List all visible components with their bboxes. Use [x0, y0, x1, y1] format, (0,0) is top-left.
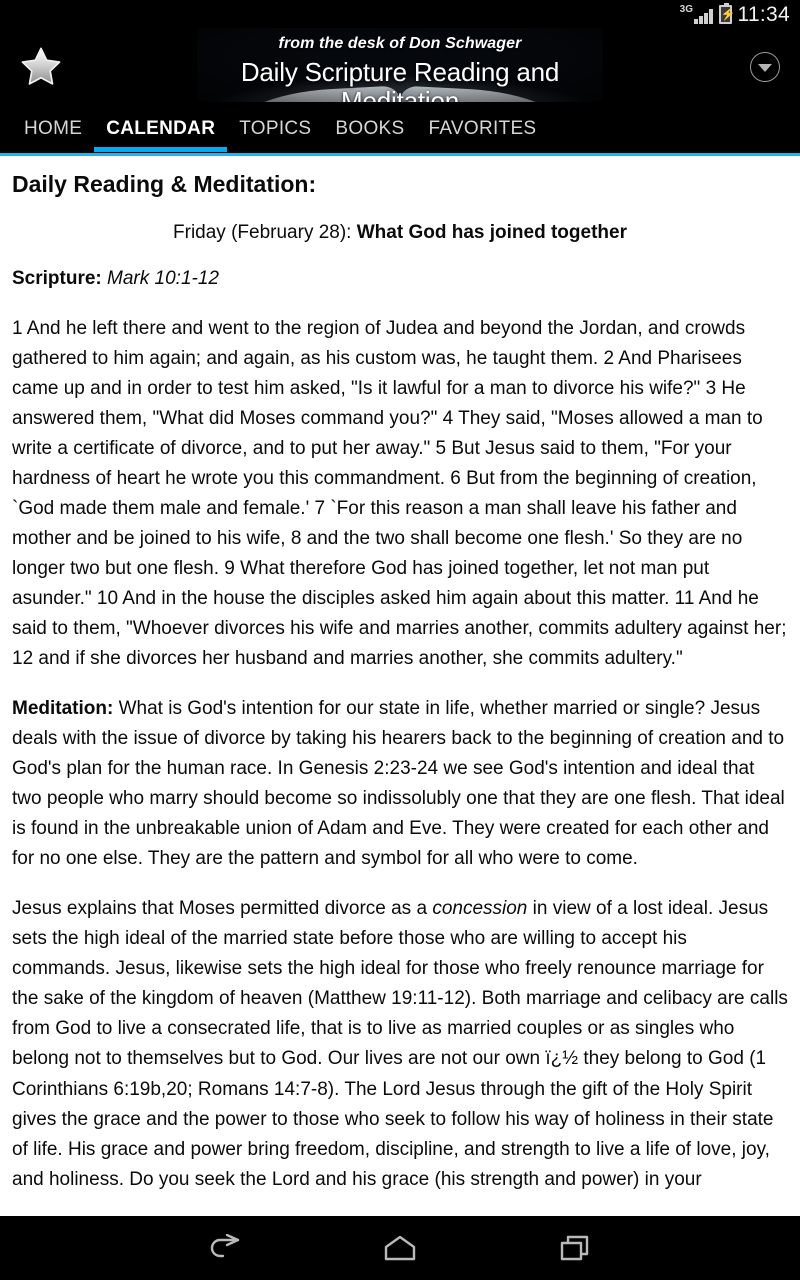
reading-dateline: Friday (February 28): What God has joine…: [12, 221, 788, 246]
app-banner[interactable]: from the desk of Don Schwager Daily Scri…: [197, 28, 603, 102]
star-icon[interactable]: [12, 38, 70, 96]
signal-strength-bars: [694, 8, 713, 24]
tab-home[interactable]: HOME: [12, 106, 94, 152]
chevron-down-circle-icon[interactable]: [742, 44, 788, 90]
commentary-text-part-2: in view of a lost ideal. Jesus sets the …: [12, 898, 788, 1190]
app-header: from the desk of Don Schwager Daily Scri…: [0, 28, 800, 106]
meditation-text: What is God's intention for our state in…: [12, 698, 785, 870]
article-content[interactable]: Daily Reading & Meditation: Friday (Febr…: [0, 156, 800, 1216]
home-icon[interactable]: [372, 1226, 428, 1270]
meditation-label: Meditation:: [12, 698, 114, 720]
page-title: Daily Reading & Meditation:: [12, 171, 317, 197]
meditation-paragraph: Meditation: What is God's intention for …: [12, 694, 788, 874]
network-type-label: 3G: [679, 4, 693, 15]
commentary-paragraph: Jesus explains that Moses permitted divo…: [12, 894, 788, 1194]
phone-screen: 3G ⚡ 11:34 from the desk of Don Schwager…: [0, 0, 800, 1280]
tab-topics[interactable]: TOPICS: [227, 106, 323, 152]
banner-subtitle: from the desk of Don Schwager: [278, 35, 522, 52]
commentary-text-part-1: Jesus explains that Moses permitted divo…: [12, 898, 433, 920]
tab-books[interactable]: BOOKS: [323, 106, 416, 152]
scripture-passage: 1 And he left there and went to the regi…: [12, 318, 787, 670]
tab-calendar[interactable]: CALENDAR: [94, 106, 228, 152]
tab-favorites[interactable]: FAVORITES: [416, 106, 548, 152]
scripture-label: Scripture:: [12, 268, 102, 290]
banner-title: Daily Scripture Reading and Meditation: [240, 57, 560, 102]
tab-bar: HOME CALENDAR TOPICS BOOKS FAVORITES: [0, 106, 800, 156]
recent-apps-icon[interactable]: [548, 1226, 604, 1270]
reading-title: What God has joined together: [356, 221, 627, 243]
back-arrow-icon[interactable]: [196, 1226, 252, 1270]
commentary-emphasis: concession: [432, 898, 528, 920]
status-bar: 3G ⚡ 11:34: [0, 0, 800, 28]
reading-date: Friday (February 28):: [173, 221, 357, 243]
battery-charging-icon: ⚡: [718, 2, 735, 24]
signal-bars-icon: 3G: [680, 4, 713, 24]
android-navigation-bar: [0, 1216, 800, 1280]
scripture-citation: Mark 10:1-12: [101, 268, 219, 290]
status-bar-clock: 11:34: [737, 2, 790, 26]
scripture-reference: Scripture: Mark 10:1-12: [12, 267, 788, 292]
